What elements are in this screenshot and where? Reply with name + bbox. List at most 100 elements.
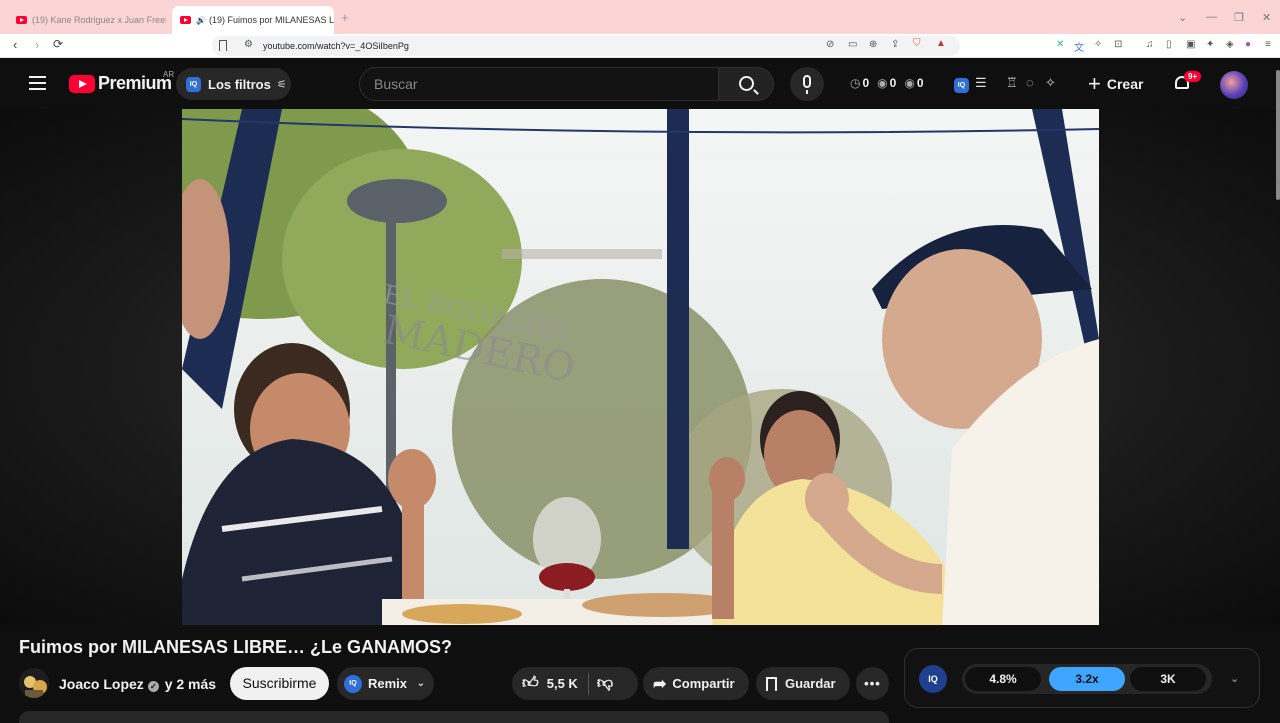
new-tab-button[interactable]: + <box>341 10 349 25</box>
zoom-icon[interactable]: ⊕ <box>869 39 877 50</box>
browser-address-bar: ‹ › ⟳ ⚙ youtube.com/watch?v=_4OSiIbenPg … <box>0 34 1280 58</box>
search-icon <box>739 76 754 91</box>
iq-stat-count[interactable]: 3K <box>1130 667 1206 691</box>
verified-icon: ✓ <box>147 681 159 692</box>
remix-button[interactable]: IQ Remix ⌄ <box>337 667 434 700</box>
chat-icon[interactable]: ◌ <box>1026 75 1034 90</box>
bookmark-icon[interactable] <box>219 40 227 51</box>
iq-icon[interactable]: IQ <box>954 75 969 93</box>
save-label: Guardar <box>785 676 836 691</box>
minimize-button[interactable]: — <box>1206 11 1217 23</box>
browser-tab-bar: (19) Kane Rodriguez x Juan Freer - Pi 🔊 … <box>0 0 1280 34</box>
create-button[interactable]: + Crear <box>1078 68 1156 100</box>
maximize-button[interactable]: ❐ <box>1234 11 1244 24</box>
user-avatar[interactable] <box>1220 71 1248 99</box>
menu-icon[interactable]: ≡ <box>1265 39 1271 50</box>
bookmark-icon <box>766 676 777 691</box>
page-scrollbar[interactable] <box>1276 70 1280 200</box>
back-button[interactable]: ‹ <box>13 37 17 52</box>
youtube-premium-logo[interactable]: Premium <box>69 73 172 94</box>
browser-tab[interactable]: (19) Kane Rodriguez x Juan Freer - Pi <box>8 6 166 34</box>
iq-stat-engagement[interactable]: 4.8% <box>965 667 1041 691</box>
microphone-icon <box>803 75 811 88</box>
sidebar-icon[interactable]: ▯ <box>1166 39 1172 50</box>
chevron-down-icon[interactable]: ⌄ <box>1230 672 1239 685</box>
counter-item[interactable]: ◉ 0 <box>904 76 923 90</box>
trophy-icon[interactable]: ♖ <box>1006 75 1018 91</box>
description-box[interactable] <box>19 711 889 723</box>
site-settings-icon[interactable]: ⚙ <box>244 39 253 50</box>
chevron-down-icon[interactable]: ⌄ <box>417 678 425 689</box>
video-player[interactable]: EL BODEGÓN MADERO <box>182 109 1099 625</box>
share-icon[interactable]: ⇪ <box>891 39 899 50</box>
profile-icon[interactable]: ● <box>1245 39 1251 50</box>
iq-icon: IQ <box>186 76 201 92</box>
clock-icon: ◷ <box>850 76 861 90</box>
forward-button[interactable]: › <box>35 37 39 52</box>
counter-item[interactable]: ◷ 0 <box>850 76 869 90</box>
youtube-logo-icon <box>69 74 95 93</box>
cast-icon[interactable]: ▭ <box>848 39 857 50</box>
iq-stat-multiplier[interactable]: 3.2x <box>1049 667 1125 691</box>
media-icon[interactable]: ♫ <box>1146 39 1154 50</box>
tab-title: (19) Kane Rodriguez x Juan Freer - Pi <box>32 15 166 25</box>
country-code: AR <box>163 70 175 79</box>
leo-icon[interactable]: ✦ <box>1206 39 1214 50</box>
wallet-icon[interactable]: ▣ <box>1186 39 1195 50</box>
reload-button[interactable]: ⟳ <box>53 37 63 51</box>
channel-name[interactable]: Joaco Lopez <box>59 676 144 692</box>
save-button[interactable]: Guardar <box>756 667 850 700</box>
screenshot-icon[interactable]: ⊡ <box>1114 39 1122 50</box>
youtube-header: Premium AR IQ Los filtros ⚟ ◷0 ◉0 ◉0 IQ … <box>0 59 1280 109</box>
notification-count-badge: 9+ <box>1184 71 1202 82</box>
video-frame-image: EL BODEGÓN MADERO <box>182 109 1099 625</box>
search-box <box>359 67 719 101</box>
more-actions-button[interactable]: ••• <box>856 667 889 700</box>
iq-stats-panel: IQ 4.8% 3.2x 3K ⌄ <box>904 648 1260 708</box>
vpn-icon[interactable]: ◈ <box>1226 39 1234 50</box>
divider <box>587 672 589 695</box>
channel-avatar[interactable] <box>19 668 49 698</box>
browser-tab-active[interactable]: 🔊 (19) Fuimos por MILANESAS LIBRE... × <box>172 6 334 34</box>
plus-icon: + <box>1088 71 1101 96</box>
list-icon[interactable]: ☰ <box>975 75 987 91</box>
stats-counters: ◷ 0 ◉ 0 ◉ 0 <box>850 76 924 90</box>
url-text[interactable]: youtube.com/watch?v=_4OSiIbenPg <box>263 41 409 51</box>
like-count[interactable]: 5,5 K <box>547 676 578 691</box>
thumbs-up-icon[interactable]: 👍︎ <box>522 674 539 693</box>
tab-search-icon[interactable]: ⌄ <box>1178 11 1187 24</box>
iq-icon: IQ <box>344 674 362 693</box>
close-window-button[interactable]: ✕ <box>1262 11 1271 24</box>
brave-shield-icon[interactable]: ⛉ <box>913 38 921 49</box>
hamburger-menu-icon[interactable] <box>29 76 46 90</box>
extensions-puzzle-icon[interactable]: ✧ <box>1094 39 1102 50</box>
channel-avatar-image <box>19 668 49 698</box>
subscribe-button[interactable]: Suscribirme <box>230 667 329 700</box>
like-dislike-group: 👍︎ 5,5 K 👎︎ <box>512 667 638 700</box>
filters-label: Los filtros <box>208 76 271 92</box>
video-title: Fuimos por MILANESAS LIBRE… ¿Le GANAMOS? <box>19 637 453 657</box>
omnibox[interactable]: ⚙ youtube.com/watch?v=_4OSiIbenPg ⊘ ▭ ⊕ … <box>212 36 960 56</box>
youtube-favicon-icon <box>16 16 27 24</box>
filters-button[interactable]: IQ Los filtros ⚟ <box>176 68 291 100</box>
tab-title: (19) Fuimos por MILANESAS LIBRE... <box>208 15 334 25</box>
brave-rewards-icon[interactable]: ▲ <box>936 38 946 49</box>
counter-item[interactable]: ◉ 0 <box>877 76 896 90</box>
sparkle-icon[interactable]: ✧ <box>1045 75 1056 91</box>
translate-icon[interactable]: 文 <box>1074 39 1084 54</box>
collab-suffix[interactable]: y 2 más <box>165 676 216 692</box>
thumbs-down-icon[interactable]: 👎︎ <box>597 674 613 693</box>
eye-slash-icon[interactable]: ⊘ <box>826 39 834 50</box>
remix-label: Remix <box>368 676 408 691</box>
eye-icon: ◉ <box>877 76 888 90</box>
voice-search-button[interactable] <box>790 67 824 101</box>
extension-icon[interactable]: ✕ <box>1056 39 1064 50</box>
logo-text: Premium <box>98 73 172 93</box>
iq-stats-bar: 4.8% 3.2x 3K <box>962 664 1212 694</box>
eye-icon: ◉ <box>904 76 915 90</box>
search-input[interactable] <box>360 68 718 100</box>
channel-name-row[interactable]: Joaco Lopez ✓ y 2 más <box>59 676 216 692</box>
iq-logo-icon[interactable]: IQ <box>919 665 947 693</box>
search-button[interactable] <box>718 67 774 101</box>
share-button[interactable]: ➦ Compartir <box>643 667 749 700</box>
